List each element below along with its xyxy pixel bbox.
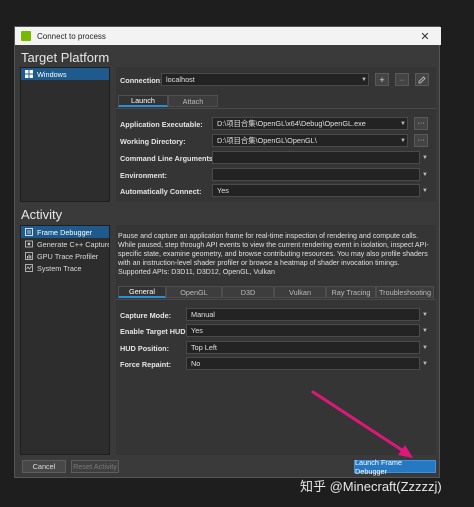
watermark-text: 知乎 @Minecraft(Zzzzzj) (300, 479, 442, 494)
annotation-arrow (311, 390, 413, 458)
